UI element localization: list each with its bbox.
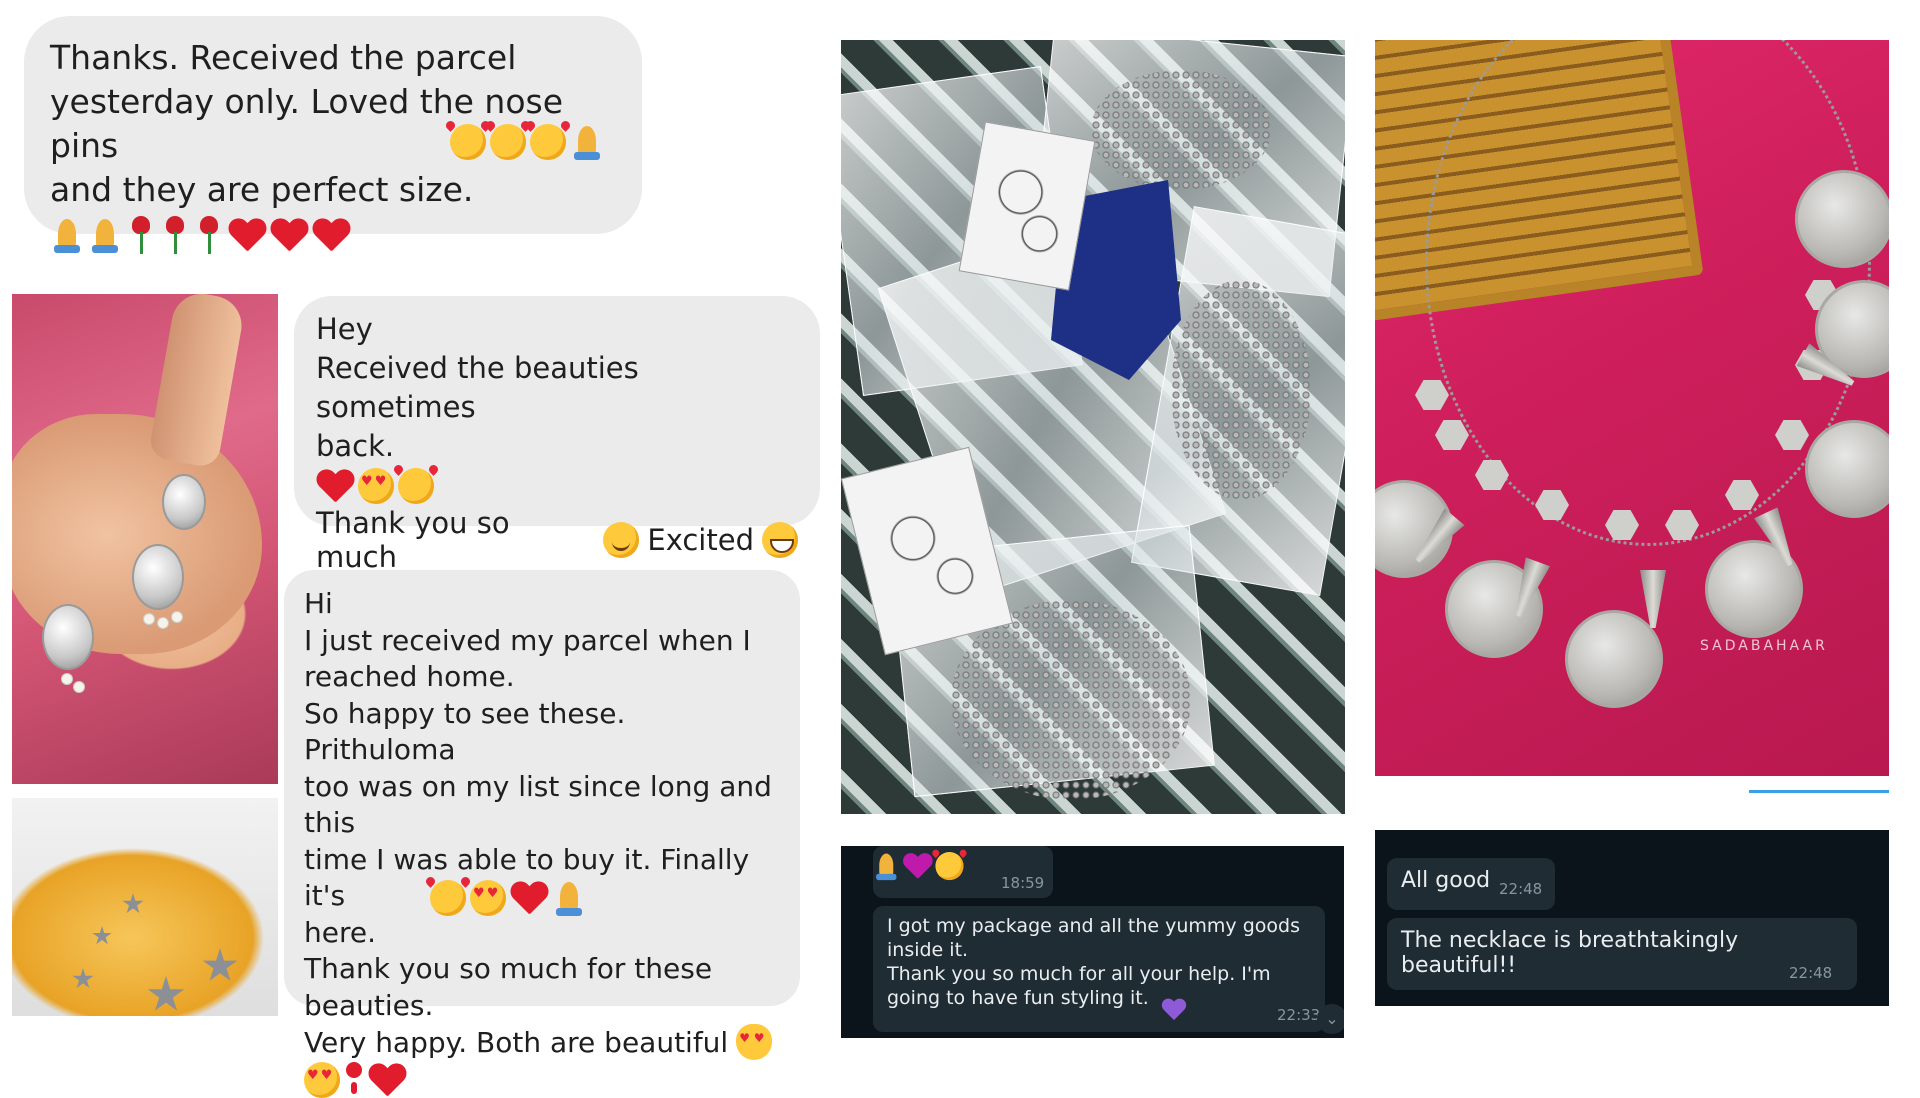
message-bubble-all-good: All good 22:48 bbox=[1387, 858, 1555, 910]
bead-cluster bbox=[1091, 70, 1271, 190]
grinning-face-icon bbox=[762, 522, 798, 558]
pearl-drop bbox=[74, 682, 84, 692]
watermark: SADABAHAAR bbox=[1700, 638, 1828, 654]
silver-coin bbox=[1805, 420, 1889, 518]
nose-pin-star bbox=[202, 948, 238, 981]
red-heart-icon bbox=[228, 217, 266, 253]
emoji-row bbox=[316, 468, 798, 504]
red-heart-icon bbox=[270, 217, 308, 253]
photo-nose-pins bbox=[12, 798, 278, 1016]
pearl-drop bbox=[172, 612, 182, 622]
folded-hands-icon bbox=[88, 217, 122, 253]
emoji-row bbox=[50, 216, 616, 254]
earring-right bbox=[132, 544, 184, 610]
heart-eyes-face-icon bbox=[304, 1062, 340, 1098]
whatsapp-panel-1: 18:59 I got my package and all the yummy… bbox=[841, 846, 1344, 1038]
smiling-face-hearts-icon bbox=[430, 880, 466, 916]
thanks-line: Thank you so much Excited bbox=[316, 506, 798, 574]
heart-exclamation-icon bbox=[344, 1062, 364, 1098]
message-text: I got my package and all the yummy goods… bbox=[887, 915, 1300, 1009]
emoji-row-inline bbox=[430, 880, 586, 916]
earring-center bbox=[162, 474, 206, 530]
rose-icon bbox=[160, 216, 190, 254]
heart-eyes-face-icon bbox=[358, 468, 394, 504]
finger bbox=[147, 294, 247, 469]
bubble-text: Hi I just received my parcel when I reac… bbox=[304, 587, 772, 1022]
emoji-message-bubble: 18:59 bbox=[873, 846, 1053, 898]
chat-bubble-hey: Hey Received the beauties sometimes back… bbox=[294, 296, 820, 574]
folded-hands-icon bbox=[50, 217, 84, 253]
smiling-face-hearts-icon bbox=[530, 124, 566, 160]
nose-pin-star bbox=[72, 968, 94, 989]
bubble-text-happy: Very happy. Both are beautiful bbox=[304, 1025, 729, 1059]
message-bubble: I got my package and all the yummy goods… bbox=[873, 906, 1325, 1032]
chevron-down-icon: ⌄ bbox=[1325, 1009, 1339, 1028]
folded-hands-icon bbox=[570, 124, 604, 160]
purple-heart-icon bbox=[1161, 998, 1187, 1022]
heart-eyes-face-icon bbox=[470, 880, 506, 916]
pearl-drop bbox=[62, 674, 72, 684]
smiling-face-hearts-icon bbox=[490, 124, 526, 160]
nose-pin-star bbox=[122, 893, 144, 914]
rose-icon bbox=[126, 216, 156, 254]
message-time: 22:48 bbox=[1499, 880, 1543, 898]
message-text: The necklace is breathtakingly beautiful… bbox=[1401, 928, 1746, 978]
bubble-text-excited: Excited bbox=[647, 523, 754, 557]
heart-eyes-cat-icon bbox=[736, 1024, 773, 1060]
smiling-face-hearts-icon bbox=[935, 852, 964, 881]
message-time: 22:48 bbox=[1789, 964, 1833, 982]
bead-cluster bbox=[1171, 280, 1311, 500]
two-hearts-icon bbox=[903, 852, 933, 880]
bubble-text: Hey Received the beauties sometimes back… bbox=[316, 312, 639, 463]
message-time: 18:59 bbox=[1001, 874, 1045, 892]
silver-coin bbox=[1795, 170, 1889, 268]
silver-coin bbox=[1565, 610, 1663, 708]
smiling-face-hearts-icon bbox=[398, 468, 434, 504]
bangle-bracelet bbox=[951, 600, 1191, 800]
bubble-text-thanks: Thank you so much bbox=[316, 506, 510, 574]
earring-left bbox=[42, 604, 94, 670]
photo-coin-necklace: SADABAHAAR bbox=[1375, 40, 1889, 776]
chat-bubble-thanks: Thanks. Received the parcel yesterday on… bbox=[24, 16, 642, 254]
scroll-down-button[interactable]: ⌄ bbox=[1317, 1004, 1344, 1034]
emoji-row-inline bbox=[450, 124, 604, 160]
nose-pin-star bbox=[147, 976, 185, 1011]
smiling-face-hearts-icon bbox=[450, 124, 486, 160]
silver-bead bbox=[1415, 380, 1449, 410]
red-heart-icon bbox=[316, 468, 354, 504]
divider-line bbox=[1749, 790, 1889, 793]
chat-bubble-hi: Hi I just received my parcel when I reac… bbox=[284, 570, 800, 1098]
whatsapp-panel-2: All good 22:48 The necklace is breathtak… bbox=[1375, 830, 1889, 1006]
folded-hands-icon bbox=[873, 852, 900, 881]
message-time: 22:33 bbox=[1277, 1006, 1321, 1024]
red-heart-icon bbox=[368, 1062, 406, 1098]
emoji-row bbox=[304, 1062, 780, 1098]
folded-hands-icon bbox=[552, 880, 586, 916]
red-heart-icon bbox=[510, 880, 548, 916]
happy-line: Very happy. Both are beautiful bbox=[304, 1024, 780, 1060]
photo-earrings-hand bbox=[12, 294, 278, 784]
photo-jewellery-packets bbox=[841, 40, 1345, 814]
pearl-drop bbox=[158, 618, 168, 628]
message-bubble-necklace: The necklace is breathtakingly beautiful… bbox=[1387, 918, 1857, 990]
red-heart-icon bbox=[312, 217, 350, 253]
emoji-row bbox=[873, 852, 964, 881]
smiling-face-icon bbox=[603, 522, 640, 558]
rose-icon bbox=[194, 216, 224, 254]
pearl-drop bbox=[144, 614, 154, 624]
nose-pin-star bbox=[92, 926, 112, 945]
